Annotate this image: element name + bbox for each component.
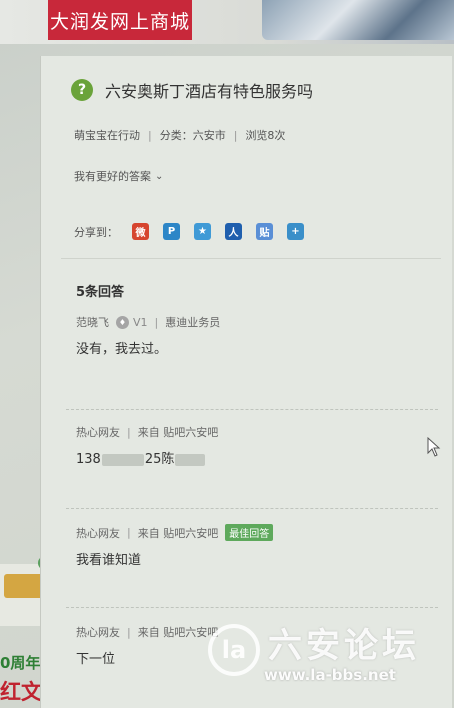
answer-header: 热心网友 | 来自 贴吧六安吧 bbox=[76, 424, 436, 440]
answer-body: 我看谁知道 bbox=[76, 553, 142, 568]
answer-item: 范晓飞 ♦ V1 | 惠迪业务员 没有，我去过。 bbox=[76, 314, 436, 357]
meta-separator: | bbox=[148, 128, 152, 142]
answer-body: 138 25陈 bbox=[76, 448, 436, 467]
divider bbox=[61, 258, 441, 259]
watermark: la 六安论坛 www.la-bbs.net bbox=[208, 614, 448, 696]
redacted-block bbox=[175, 453, 206, 466]
more-icon[interactable]: + bbox=[287, 223, 304, 240]
top-banner-ad[interactable]: 大润发网上商城 bbox=[0, 0, 454, 44]
weibo-icon[interactable]: 微 bbox=[132, 223, 149, 240]
answer-item: 热心网友 | 来自 贴吧六安吧 最佳回答 我看谁知道 bbox=[76, 524, 436, 568]
answer-body-start: 138 bbox=[76, 452, 101, 467]
answer-source[interactable]: 来自 贴吧六安吧 bbox=[138, 624, 219, 640]
better-answer-label: 我有更好的答案 bbox=[74, 170, 151, 183]
answer-divider bbox=[66, 409, 438, 410]
answer-user: 热心网友 bbox=[76, 526, 120, 540]
user-level: ♦ V1 bbox=[116, 315, 148, 329]
question-meta: 萌宝宝在行动 | 分类：六安市 | 浏览8次 bbox=[74, 127, 285, 143]
answer-body: 没有，我去过。 bbox=[76, 342, 168, 357]
kaixin-icon[interactable]: 贴 bbox=[256, 223, 273, 240]
level-badge-icon: ♦ bbox=[116, 315, 129, 329]
question-card: ? 六安奥斯丁酒店有特色服务吗 萌宝宝在行动 | 分类：六安市 | 浏览8次 我… bbox=[40, 56, 452, 708]
chevron-down-icon: ⌄ bbox=[155, 170, 164, 182]
answer-divider bbox=[66, 607, 438, 608]
tencent-weibo-icon[interactable]: ★ bbox=[194, 223, 211, 240]
answer-item: 热心网友 | 来自 贴吧六安吧 138 25陈 bbox=[76, 424, 436, 468]
question-title: 六安奥斯丁酒店有特色服务吗 bbox=[105, 82, 314, 101]
watermark-logo: la bbox=[208, 624, 260, 676]
better-answer-link[interactable]: 我有更好的答案 ⌄ bbox=[74, 168, 163, 184]
meta-separator: | bbox=[127, 526, 131, 539]
share-icons: 微 P ★ 人贴 + bbox=[132, 223, 304, 240]
answer-user-role: 惠迪业务员 bbox=[165, 316, 221, 329]
ad-device-image bbox=[262, 0, 454, 40]
ad-title[interactable]: 大润发网上商城 bbox=[48, 0, 192, 40]
answer-user: 热心网友 bbox=[76, 426, 120, 439]
best-answer-badge: 最佳回答 bbox=[225, 524, 274, 541]
answers-count: 5条回答 bbox=[76, 285, 125, 300]
answer-source[interactable]: 来自 贴吧六安吧 bbox=[138, 424, 219, 440]
answer-header: 热心网友 | 来自 贴吧六安吧 最佳回答 bbox=[76, 524, 436, 541]
question-category[interactable]: 分类：六安市 bbox=[160, 127, 226, 143]
side-ad-cake-image bbox=[4, 574, 44, 598]
question-mark-icon: ? bbox=[71, 79, 93, 101]
watermark-name: 六安论坛 bbox=[268, 626, 420, 666]
meta-separator: | bbox=[154, 315, 159, 329]
qzone-icon[interactable]: P bbox=[163, 223, 180, 240]
mouse-cursor-icon bbox=[427, 437, 441, 457]
answer-source[interactable]: 来自 贴吧六安吧 bbox=[138, 525, 219, 541]
meta-separator: | bbox=[127, 625, 131, 639]
asker-name[interactable]: 萌宝宝在行动 bbox=[74, 127, 140, 143]
watermark-url: www.la-bbs.net bbox=[264, 666, 396, 684]
answer-user[interactable]: 范晓飞 bbox=[76, 314, 109, 330]
meta-separator: | bbox=[233, 128, 238, 142]
share-label: 分享到： bbox=[74, 225, 118, 239]
answer-user: 热心网友 bbox=[76, 626, 120, 639]
user-level-text: V1 bbox=[133, 315, 148, 329]
renren-icon[interactable]: 人 bbox=[225, 223, 242, 240]
view-count: 浏览8次 bbox=[245, 129, 286, 142]
answer-header: 范晓飞 ♦ V1 | 惠迪业务员 bbox=[76, 314, 436, 330]
answer-divider bbox=[66, 508, 438, 509]
question-title-row: ? 六安奥斯丁酒店有特色服务吗 bbox=[71, 78, 313, 102]
meta-separator: | bbox=[127, 425, 131, 439]
share-bar: 分享到： 微 P ★ 人贴 + bbox=[74, 223, 304, 240]
redacted-block bbox=[101, 453, 144, 466]
answer-body-middle: 25陈 bbox=[144, 452, 175, 467]
